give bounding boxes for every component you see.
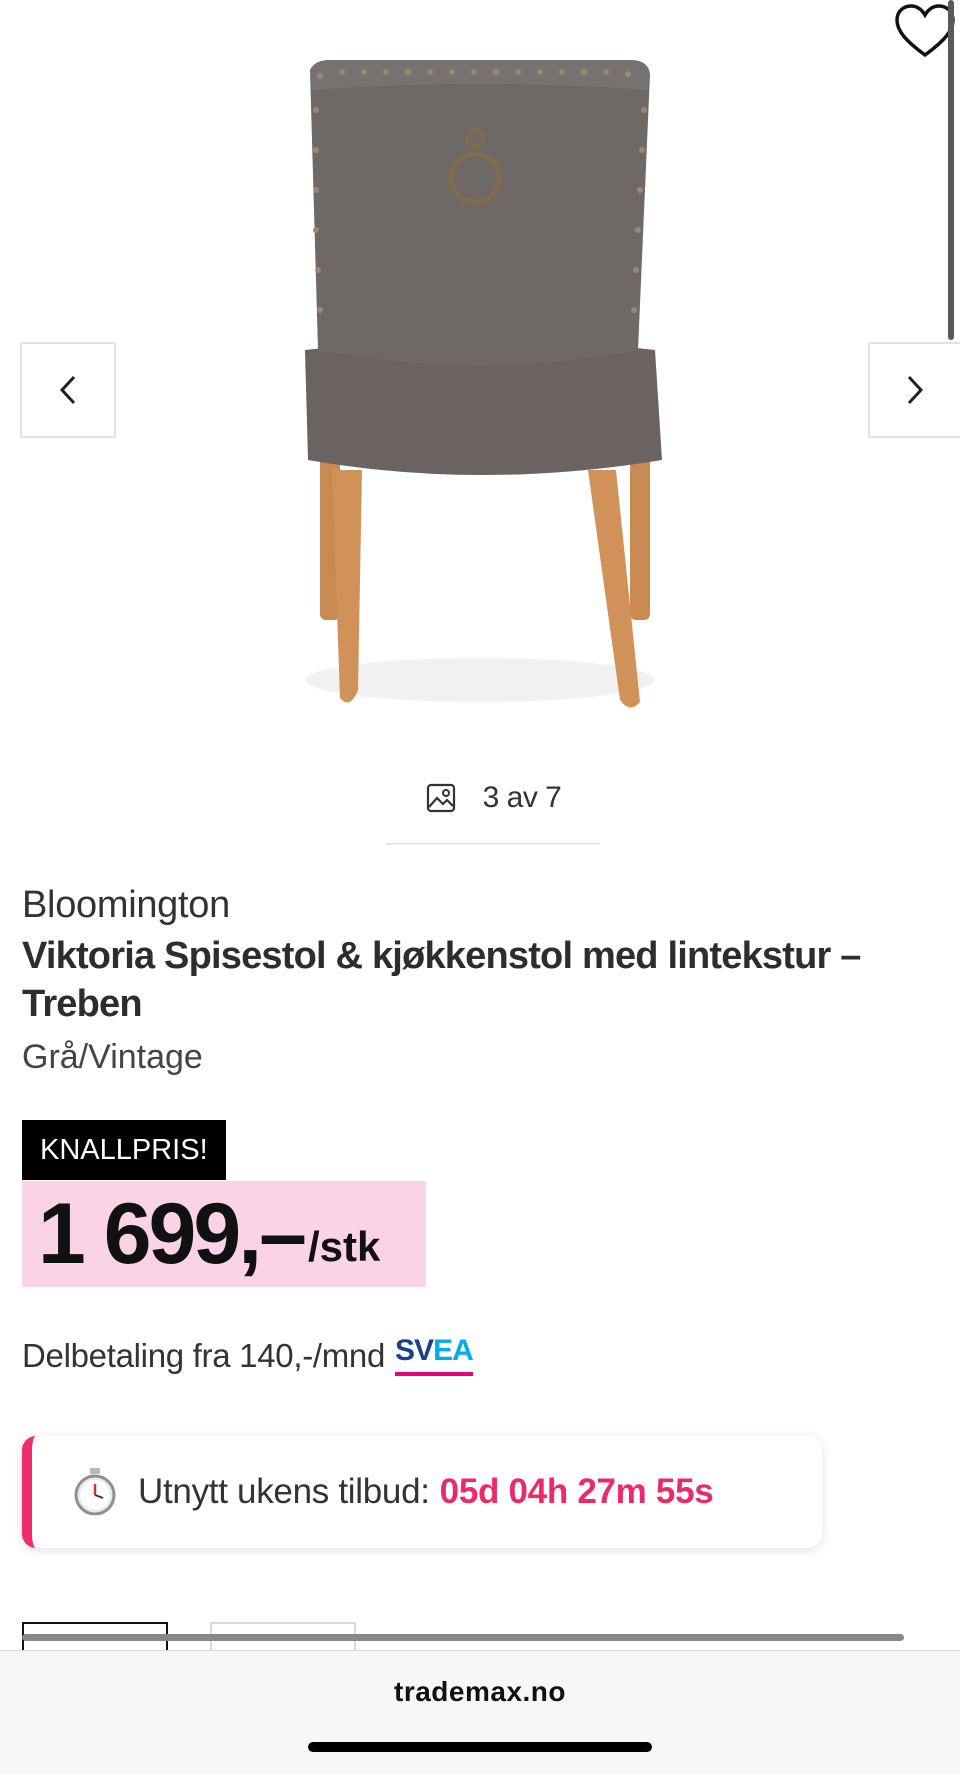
heart-icon — [895, 4, 955, 58]
svea-logo: SVEA — [395, 1336, 474, 1376]
deal-badge: KNALLPRIS! — [22, 1120, 226, 1180]
product-image[interactable] — [270, 50, 690, 730]
product-title: Viktoria Spisestol & kjøkkenstol med lin… — [22, 935, 861, 1025]
installment-text: Delbetaling fra 140,-/mnd — [22, 1337, 386, 1374]
product-variant: Grå/Vintage — [22, 1038, 203, 1076]
browser-bar — [0, 1650, 960, 1774]
installment-info[interactable]: Delbetaling fra 140,-/mnd SVEA — [22, 1336, 474, 1376]
image-counter[interactable]: 3 av 7 — [386, 752, 600, 844]
price-box: 1 699,– /stk — [22, 1181, 426, 1287]
product-gallery — [0, 0, 960, 740]
countdown-banner: Utnytt ukens tilbud: 05d 04h 27m 55s — [22, 1436, 822, 1548]
image-icon — [426, 783, 455, 812]
countdown-timer: 05d 04h 27m 55s — [439, 1472, 714, 1511]
countdown-label: Utnytt ukens tilbud: — [138, 1472, 430, 1511]
browser-url[interactable]: trademax.no — [0, 1676, 960, 1708]
price-amount: 1 699,– — [38, 1185, 307, 1282]
page-scrollbar[interactable] — [948, 0, 954, 340]
chevron-left-icon — [59, 375, 76, 405]
gallery-prev-button[interactable] — [20, 342, 116, 438]
stopwatch-icon — [74, 1468, 116, 1516]
gallery-next-button[interactable] — [868, 342, 960, 438]
product-brand[interactable]: Bloomington — [22, 884, 230, 927]
price-unit: /stk — [307, 1223, 381, 1270]
home-indicator[interactable] — [308, 1742, 652, 1752]
thumbnail-scrollbar[interactable] — [22, 1634, 904, 1641]
image-counter-text: 3 av 7 — [482, 780, 562, 814]
chevron-right-icon — [907, 375, 924, 405]
